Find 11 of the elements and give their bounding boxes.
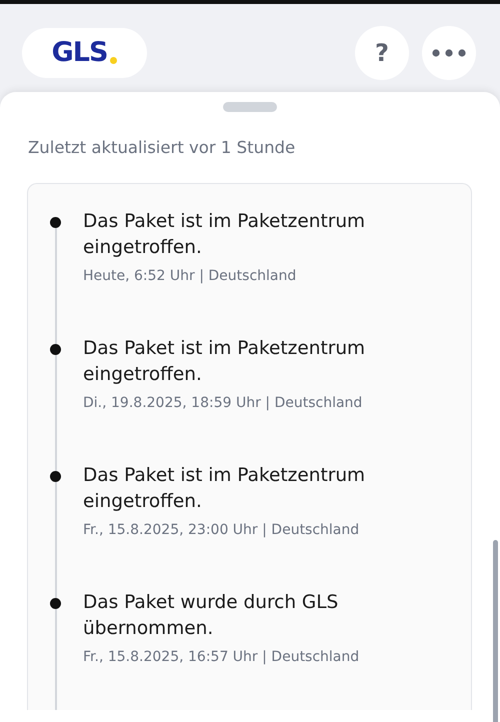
event-title: Das Paket ist im Paketzentrum eingetroffen.: [83, 464, 366, 514]
event-meta: Di., 19.8.2025, 18:59 Uhr | Deutschland: [83, 394, 364, 413]
help-button[interactable]: ?: [355, 26, 409, 80]
event-title: Das Paket wurde durch GLS übernommen.: [83, 591, 340, 641]
event-title: Das Paket ist im Paketzentrum eingetroffen.: [83, 210, 366, 260]
event-meta: Fr., 15.8.2025, 23:00 Uhr | Deutschland: [83, 521, 360, 540]
event-meta: Heute, 6:52 Uhr | Deutschland: [83, 267, 298, 286]
logo: GLS: [22, 28, 147, 78]
event-meta: Fr., 15.8.2025, 16:57 Uhr | Deutschland: [83, 648, 360, 667]
update-status: Zuletzt aktualisiert vor 1 Stunde: [28, 138, 296, 157]
event-title: Das Paket ist im Paketzentrum eingetroffen.: [83, 337, 366, 387]
